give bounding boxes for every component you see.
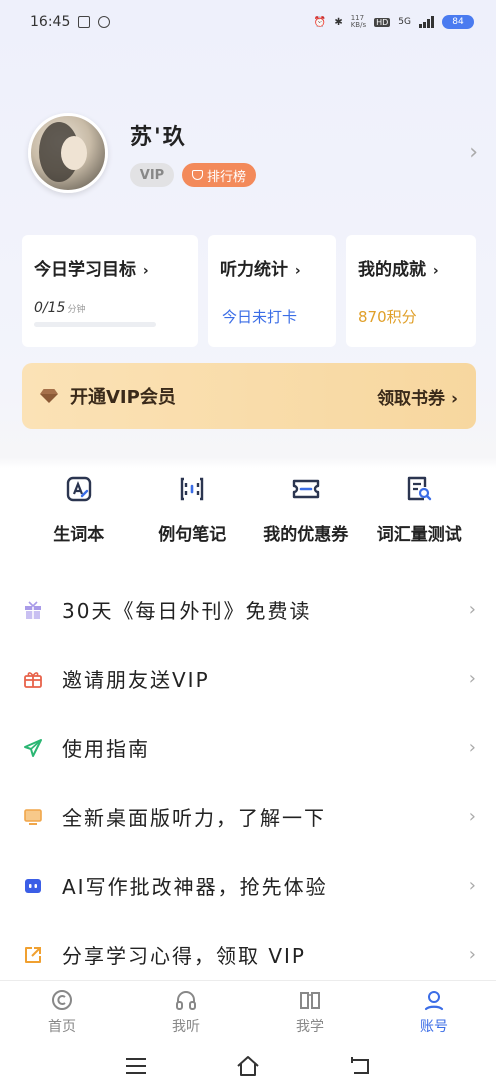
home-icon (50, 988, 74, 1012)
tool-vocab-test[interactable]: 词汇量测试 (363, 474, 477, 564)
menu-label: AI写作批改神器，抢先体验 (62, 875, 328, 899)
tab-label: 账号 (420, 1018, 448, 1035)
tool-label: 生词本 (53, 525, 105, 545)
menu-list: 30天《每日外刊》免费读 › 邀请朋友送VIP › 使用指南 › 全新桌面版听力… (0, 575, 496, 989)
back-icon[interactable] (345, 1054, 375, 1078)
tool-my-coupons[interactable]: 我的优惠券 (249, 474, 363, 564)
tab-account[interactable]: 账号 (372, 981, 496, 1042)
tool-vocabulary-book[interactable]: 生词本 (22, 474, 136, 564)
menu-icon[interactable] (121, 1054, 151, 1078)
tab-label: 我听 (172, 1018, 200, 1035)
account-icon (422, 988, 446, 1012)
home-button-icon[interactable] (233, 1054, 263, 1078)
ai-robot-icon (22, 875, 44, 897)
tab-label: 首页 (48, 1018, 76, 1035)
bluetooth-icon: ✱ (334, 16, 343, 28)
ranking-button[interactable]: 排行榜 (182, 163, 257, 187)
vip-title: 开通VIP会员 (70, 387, 176, 408)
share-icon (22, 944, 44, 966)
achievement-card[interactable]: 我的成就 › 870积分 (346, 235, 476, 347)
menu-label: 使用指南 (62, 737, 150, 761)
study-goal-progress: 0/15 分钟 (34, 300, 86, 316)
study-goal-title: 今日学习目标 › (34, 260, 149, 280)
menu-item-invite-friends[interactable]: 邀请朋友送VIP › (0, 644, 496, 713)
profile-badges: VIP 排行榜 (130, 163, 257, 187)
bottom-tab-bar: 首页 我听 我学 账号 (0, 980, 496, 1042)
battery-level: 84 (452, 17, 464, 27)
battery-icon: 84 (442, 15, 474, 29)
listening-stats-card[interactable]: 听力统计 › 今日未打卡 (208, 235, 336, 347)
system-nav-bar (0, 1042, 496, 1089)
chevron-right-icon: › (468, 944, 476, 965)
tool-label: 词汇量测试 (376, 525, 462, 545)
menu-label: 邀请朋友送VIP (62, 668, 210, 692)
network-type: 5G (398, 17, 411, 27)
status-bar: 16:45 ⏰ ✱ 117 KB/s HD 5G 84 (0, 0, 496, 44)
paper-plane-icon (22, 737, 44, 759)
menu-item-user-guide[interactable]: 使用指南 › (0, 713, 496, 782)
alarm-icon: ⏰ (313, 16, 327, 28)
desktop-icon (22, 806, 44, 828)
tools-row: 生词本 例句笔记 我的优惠券 词汇量测试 (22, 474, 476, 564)
sentence-notes-icon (177, 474, 207, 504)
diamond-icon (40, 389, 58, 403)
chevron-right-icon: › (468, 875, 476, 896)
vocabulary-book-icon (64, 474, 94, 504)
username: 苏'玖 (130, 125, 187, 150)
signal-icon (419, 16, 434, 28)
menu-label: 分享学习心得，领取 VIP (62, 944, 306, 968)
claim-vouchers-link[interactable]: 领取书券 › (377, 384, 458, 409)
tab-listen[interactable]: 我听 (124, 981, 248, 1042)
chevron-right-icon: › (468, 737, 476, 758)
menu-label: 30天《每日外刊》免费读 (62, 599, 312, 623)
tab-learn[interactable]: 我学 (248, 981, 372, 1042)
ranking-label: 排行榜 (207, 169, 247, 185)
vip-banner-left: 开通VIP会员 (40, 383, 176, 409)
profile-header[interactable]: 苏'玖 VIP 排行榜 › (28, 108, 478, 198)
tab-label: 我学 (296, 1018, 324, 1035)
study-goal-progress-bar (34, 322, 156, 327)
chevron-right-icon: › (468, 599, 476, 620)
vocab-test-icon (404, 474, 434, 504)
menu-item-desktop-version[interactable]: 全新桌面版听力，了解一下 › (0, 782, 496, 851)
tool-sentence-notes[interactable]: 例句笔记 (136, 474, 250, 564)
menu-item-daily-magazine[interactable]: 30天《每日外刊》免费读 › (0, 575, 496, 644)
tool-label: 例句笔记 (158, 525, 227, 545)
points-value: 870积分 (358, 308, 417, 326)
chevron-right-icon[interactable]: › (469, 140, 478, 165)
status-time: 16:45 (30, 14, 71, 30)
menu-item-ai-writing[interactable]: AI写作批改神器，抢先体验 › (0, 851, 496, 920)
coupon-icon (291, 474, 321, 504)
chevron-right-icon: › (468, 806, 476, 827)
status-right: ⏰ ✱ 117 KB/s HD 5G 84 (314, 15, 474, 29)
status-left: 16:45 (30, 14, 111, 30)
gift-box-icon (22, 599, 44, 621)
app-notification-icon (98, 16, 111, 28)
vip-banner[interactable]: 开通VIP会员 领取书券 › (22, 363, 476, 429)
tool-label: 我的优惠券 (263, 525, 349, 545)
trophy-icon (192, 170, 203, 180)
chevron-right-icon: › (468, 668, 476, 689)
achievement-title: 我的成就 › (358, 260, 439, 280)
stat-cards: 今日学习目标 › 0/15 分钟 听力统计 › 今日未打卡 我的成就 › 870积… (22, 235, 476, 347)
menu-item-share-experience[interactable]: 分享学习心得，领取 VIP › (0, 920, 496, 989)
notification-icon (78, 16, 91, 28)
headphones-icon (174, 988, 198, 1012)
menu-label: 全新桌面版听力，了解一下 (62, 806, 326, 830)
net-speed: 117 KB/s (350, 14, 367, 29)
book-icon (298, 988, 322, 1012)
gift-icon (22, 668, 44, 690)
tab-home[interactable]: 首页 (0, 981, 124, 1042)
hd-badge: HD (374, 17, 391, 27)
listening-stats-title: 听力统计 › (220, 260, 301, 280)
avatar[interactable] (28, 113, 108, 193)
profile-info: 苏'玖 VIP 排行榜 (130, 119, 257, 187)
vip-badge[interactable]: VIP (130, 163, 174, 187)
checkin-status: 今日未打卡 (222, 308, 298, 326)
study-goal-card[interactable]: 今日学习目标 › 0/15 分钟 (22, 235, 198, 347)
